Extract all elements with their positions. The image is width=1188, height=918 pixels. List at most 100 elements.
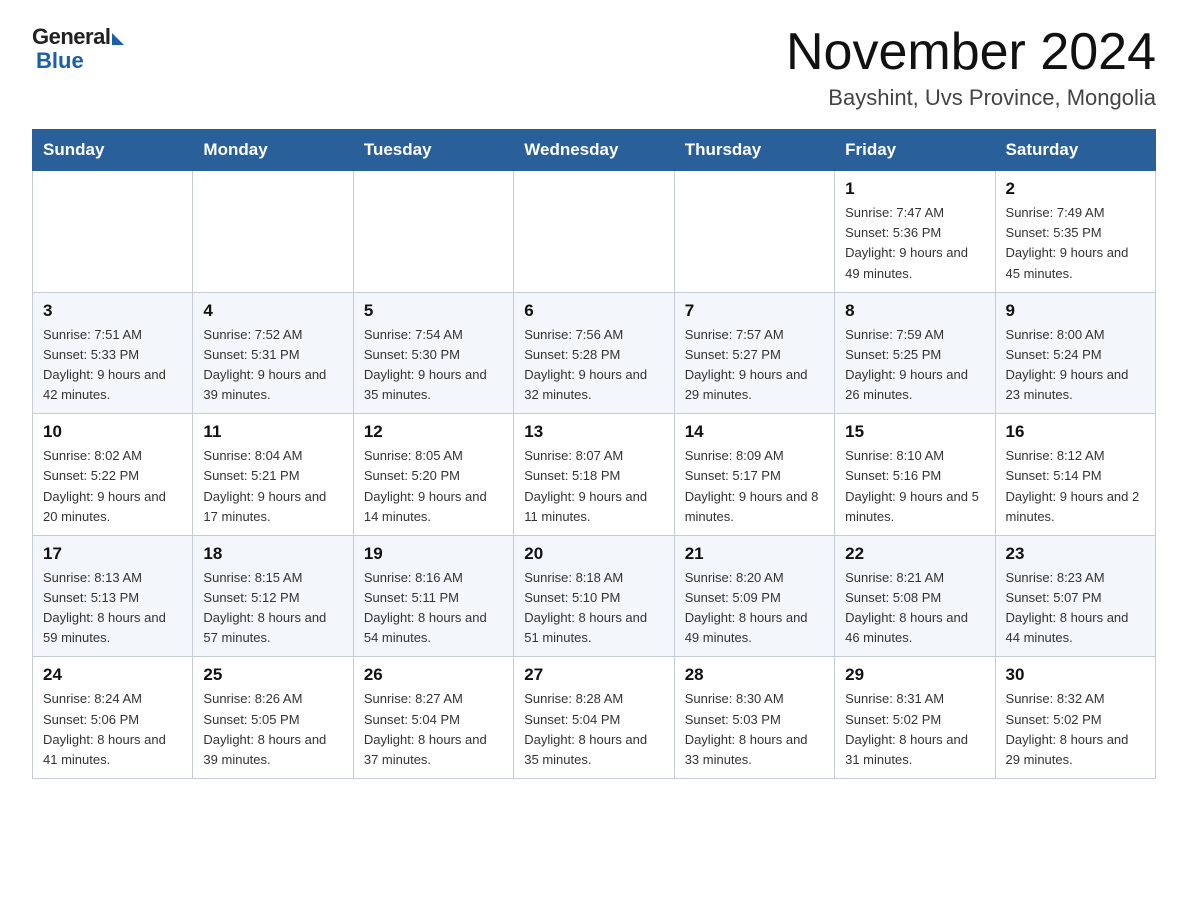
calendar-cell: 14 Sunrise: 8:09 AMSunset: 5:17 PMDayligh… bbox=[674, 414, 834, 536]
day-info: Sunrise: 7:49 AMSunset: 5:35 PMDaylight:… bbox=[1006, 203, 1145, 284]
day-info: Sunrise: 8:09 AMSunset: 5:17 PMDaylight:… bbox=[685, 446, 824, 527]
day-number: 27 bbox=[524, 665, 663, 685]
day-info: Sunrise: 7:56 AMSunset: 5:28 PMDaylight:… bbox=[524, 325, 663, 406]
day-number: 23 bbox=[1006, 544, 1145, 564]
day-number: 4 bbox=[203, 301, 342, 321]
calendar-cell bbox=[514, 171, 674, 293]
day-number: 5 bbox=[364, 301, 503, 321]
day-info: Sunrise: 8:15 AMSunset: 5:12 PMDaylight:… bbox=[203, 568, 342, 649]
day-info: Sunrise: 8:32 AMSunset: 5:02 PMDaylight:… bbox=[1006, 689, 1145, 770]
day-info: Sunrise: 8:21 AMSunset: 5:08 PMDaylight:… bbox=[845, 568, 984, 649]
calendar-cell bbox=[33, 171, 193, 293]
day-info: Sunrise: 8:30 AMSunset: 5:03 PMDaylight:… bbox=[685, 689, 824, 770]
day-number: 12 bbox=[364, 422, 503, 442]
day-number: 2 bbox=[1006, 179, 1145, 199]
calendar-cell: 20 Sunrise: 8:18 AMSunset: 5:10 PMDayligh… bbox=[514, 535, 674, 657]
calendar-cell: 19 Sunrise: 8:16 AMSunset: 5:11 PMDayligh… bbox=[353, 535, 513, 657]
day-info: Sunrise: 7:57 AMSunset: 5:27 PMDaylight:… bbox=[685, 325, 824, 406]
calendar-cell: 17 Sunrise: 8:13 AMSunset: 5:13 PMDayligh… bbox=[33, 535, 193, 657]
location-subtitle: Bayshint, Uvs Province, Mongolia bbox=[786, 85, 1156, 111]
page-header: General Blue November 2024 Bayshint, Uvs… bbox=[32, 24, 1156, 111]
day-info: Sunrise: 8:12 AMSunset: 5:14 PMDaylight:… bbox=[1006, 446, 1145, 527]
day-number: 1 bbox=[845, 179, 984, 199]
day-number: 13 bbox=[524, 422, 663, 442]
calendar-cell: 24 Sunrise: 8:24 AMSunset: 5:06 PMDayligh… bbox=[33, 657, 193, 779]
calendar-header-row: SundayMondayTuesdayWednesdayThursdayFrid… bbox=[33, 130, 1156, 171]
calendar-week-row: 10 Sunrise: 8:02 AMSunset: 5:22 PMDayligh… bbox=[33, 414, 1156, 536]
calendar-table: SundayMondayTuesdayWednesdayThursdayFrid… bbox=[32, 129, 1156, 779]
calendar-cell: 4 Sunrise: 7:52 AMSunset: 5:31 PMDaylight… bbox=[193, 292, 353, 414]
calendar-cell: 11Sunrise: 8:04 AMSunset: 5:21 PMDayligh… bbox=[193, 414, 353, 536]
calendar-cell: 18 Sunrise: 8:15 AMSunset: 5:12 PMDayligh… bbox=[193, 535, 353, 657]
calendar-cell: 22 Sunrise: 8:21 AMSunset: 5:08 PMDayligh… bbox=[835, 535, 995, 657]
day-info: Sunrise: 8:31 AMSunset: 5:02 PMDaylight:… bbox=[845, 689, 984, 770]
calendar-week-row: 1 Sunrise: 7:47 AMSunset: 5:36 PMDaylight… bbox=[33, 171, 1156, 293]
calendar-cell: 23Sunrise: 8:23 AMSunset: 5:07 PMDayligh… bbox=[995, 535, 1155, 657]
logo-blue-text: Blue bbox=[36, 48, 84, 74]
weekday-header-wednesday: Wednesday bbox=[514, 130, 674, 171]
day-number: 24 bbox=[43, 665, 182, 685]
calendar-cell: 9 Sunrise: 8:00 AMSunset: 5:24 PMDaylight… bbox=[995, 292, 1155, 414]
day-info: Sunrise: 7:52 AMSunset: 5:31 PMDaylight:… bbox=[203, 325, 342, 406]
day-info: Sunrise: 7:59 AMSunset: 5:25 PMDaylight:… bbox=[845, 325, 984, 406]
calendar-cell: 5 Sunrise: 7:54 AMSunset: 5:30 PMDaylight… bbox=[353, 292, 513, 414]
day-info: Sunrise: 7:51 AMSunset: 5:33 PMDaylight:… bbox=[43, 325, 182, 406]
day-number: 17 bbox=[43, 544, 182, 564]
calendar-cell: 27 Sunrise: 8:28 AMSunset: 5:04 PMDayligh… bbox=[514, 657, 674, 779]
day-number: 15 bbox=[845, 422, 984, 442]
day-number: 22 bbox=[845, 544, 984, 564]
calendar-cell: 1 Sunrise: 7:47 AMSunset: 5:36 PMDaylight… bbox=[835, 171, 995, 293]
month-title: November 2024 bbox=[786, 24, 1156, 81]
title-area: November 2024 Bayshint, Uvs Province, Mo… bbox=[786, 24, 1156, 111]
weekday-header-saturday: Saturday bbox=[995, 130, 1155, 171]
day-number: 20 bbox=[524, 544, 663, 564]
day-info: Sunrise: 7:54 AMSunset: 5:30 PMDaylight:… bbox=[364, 325, 503, 406]
day-info: Sunrise: 8:18 AMSunset: 5:10 PMDaylight:… bbox=[524, 568, 663, 649]
day-number: 14 bbox=[685, 422, 824, 442]
calendar-cell: 3 Sunrise: 7:51 AMSunset: 5:33 PMDaylight… bbox=[33, 292, 193, 414]
day-number: 26 bbox=[364, 665, 503, 685]
day-info: Sunrise: 8:05 AMSunset: 5:20 PMDaylight:… bbox=[364, 446, 503, 527]
calendar-cell: 26Sunrise: 8:27 AMSunset: 5:04 PMDayligh… bbox=[353, 657, 513, 779]
day-info: Sunrise: 7:47 AMSunset: 5:36 PMDaylight:… bbox=[845, 203, 984, 284]
day-info: Sunrise: 8:13 AMSunset: 5:13 PMDaylight:… bbox=[43, 568, 182, 649]
weekday-header-monday: Monday bbox=[193, 130, 353, 171]
day-info: Sunrise: 8:02 AMSunset: 5:22 PMDaylight:… bbox=[43, 446, 182, 527]
day-number: 18 bbox=[203, 544, 342, 564]
calendar-cell: 15 Sunrise: 8:10 AMSunset: 5:16 PMDayligh… bbox=[835, 414, 995, 536]
calendar-week-row: 17 Sunrise: 8:13 AMSunset: 5:13 PMDayligh… bbox=[33, 535, 1156, 657]
day-info: Sunrise: 8:04 AMSunset: 5:21 PMDaylight:… bbox=[203, 446, 342, 527]
day-number: 3 bbox=[43, 301, 182, 321]
day-info: Sunrise: 8:28 AMSunset: 5:04 PMDaylight:… bbox=[524, 689, 663, 770]
weekday-header-thursday: Thursday bbox=[674, 130, 834, 171]
calendar-cell: 8 Sunrise: 7:59 AMSunset: 5:25 PMDaylight… bbox=[835, 292, 995, 414]
calendar-cell: 13 Sunrise: 8:07 AMSunset: 5:18 PMDayligh… bbox=[514, 414, 674, 536]
day-number: 30 bbox=[1006, 665, 1145, 685]
day-info: Sunrise: 8:20 AMSunset: 5:09 PMDaylight:… bbox=[685, 568, 824, 649]
day-info: Sunrise: 8:24 AMSunset: 5:06 PMDaylight:… bbox=[43, 689, 182, 770]
day-number: 8 bbox=[845, 301, 984, 321]
calendar-cell: 6Sunrise: 7:56 AMSunset: 5:28 PMDaylight… bbox=[514, 292, 674, 414]
day-info: Sunrise: 8:00 AMSunset: 5:24 PMDaylight:… bbox=[1006, 325, 1145, 406]
day-number: 7 bbox=[685, 301, 824, 321]
calendar-cell bbox=[353, 171, 513, 293]
logo-general-text: General bbox=[32, 24, 110, 50]
calendar-week-row: 24 Sunrise: 8:24 AMSunset: 5:06 PMDayligh… bbox=[33, 657, 1156, 779]
weekday-header-tuesday: Tuesday bbox=[353, 130, 513, 171]
calendar-cell: 16Sunrise: 8:12 AMSunset: 5:14 PMDayligh… bbox=[995, 414, 1155, 536]
weekday-header-sunday: Sunday bbox=[33, 130, 193, 171]
calendar-week-row: 3 Sunrise: 7:51 AMSunset: 5:33 PMDaylight… bbox=[33, 292, 1156, 414]
day-info: Sunrise: 8:10 AMSunset: 5:16 PMDaylight:… bbox=[845, 446, 984, 527]
day-number: 21 bbox=[685, 544, 824, 564]
day-info: Sunrise: 8:07 AMSunset: 5:18 PMDaylight:… bbox=[524, 446, 663, 527]
calendar-cell: 7 Sunrise: 7:57 AMSunset: 5:27 PMDaylight… bbox=[674, 292, 834, 414]
day-info: Sunrise: 8:16 AMSunset: 5:11 PMDaylight:… bbox=[364, 568, 503, 649]
day-number: 19 bbox=[364, 544, 503, 564]
calendar-cell: 29 Sunrise: 8:31 AMSunset: 5:02 PMDayligh… bbox=[835, 657, 995, 779]
calendar-cell bbox=[193, 171, 353, 293]
day-number: 28 bbox=[685, 665, 824, 685]
day-number: 9 bbox=[1006, 301, 1145, 321]
calendar-cell: 28 Sunrise: 8:30 AMSunset: 5:03 PMDayligh… bbox=[674, 657, 834, 779]
day-number: 29 bbox=[845, 665, 984, 685]
day-number: 10 bbox=[43, 422, 182, 442]
